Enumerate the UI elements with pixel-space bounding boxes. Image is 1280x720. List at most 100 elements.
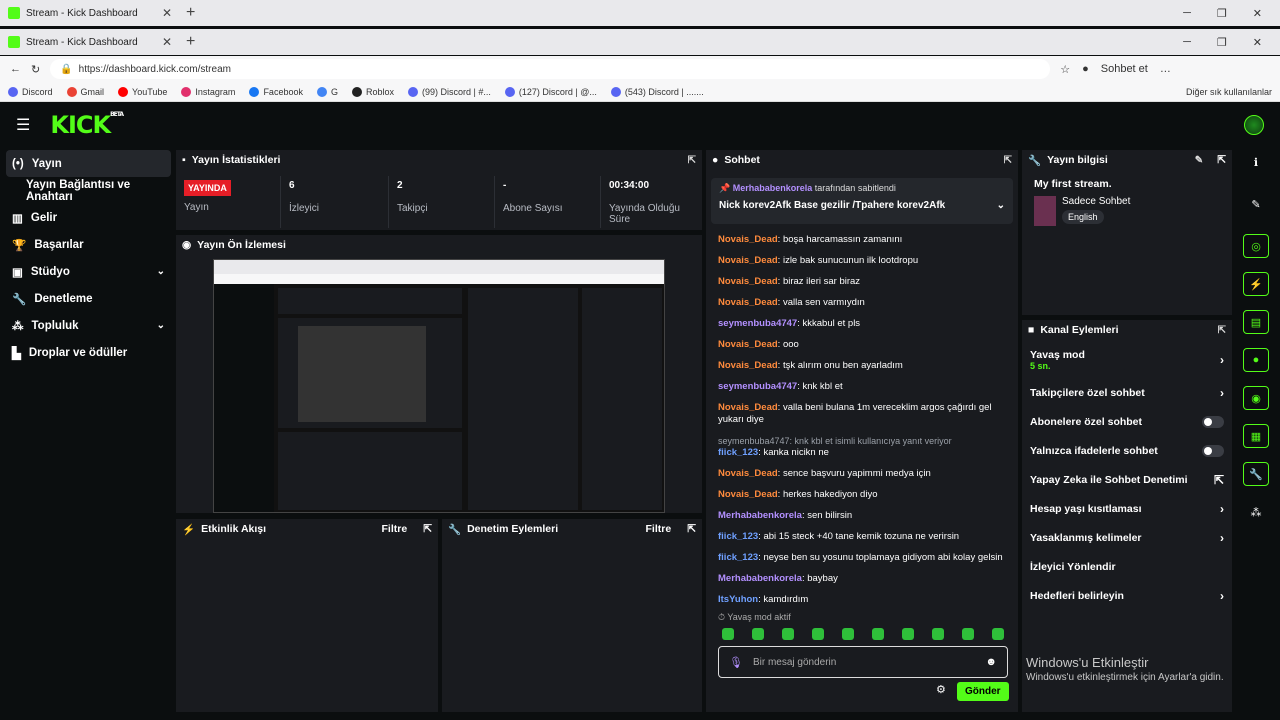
- emote-icon[interactable]: [752, 628, 764, 640]
- menu-icon[interactable]: ☰: [16, 115, 30, 135]
- layout-icon[interactable]: ▦: [1243, 424, 1269, 448]
- emoji-picker-icon[interactable]: ☻: [985, 656, 997, 668]
- sidebar-item[interactable]: Yayın Bağlantısı ve Anahtarı: [6, 177, 171, 204]
- restore-icon[interactable]: ❐: [1217, 36, 1227, 49]
- emote-icon[interactable]: [992, 628, 1004, 640]
- favorite-star-icon[interactable]: ☆: [1060, 63, 1070, 76]
- chat-username[interactable]: Novais_Dead: [718, 276, 778, 287]
- send-button[interactable]: Gönder: [957, 682, 1009, 701]
- emote-icon[interactable]: [902, 628, 914, 640]
- stream-preview[interactable]: [213, 259, 665, 513]
- chat-message[interactable]: Novais_Dead: herkes hakediyon diyo: [718, 489, 1008, 501]
- close-tab-icon[interactable]: ✕: [162, 6, 172, 20]
- chat-username[interactable]: Novais_Dead: [718, 234, 778, 245]
- chat-message[interactable]: Novais_Dead: valla sen varmıydın: [718, 297, 1008, 309]
- bookmark[interactable]: Discord: [8, 86, 53, 97]
- other-bookmarks[interactable]: Diğer sık kullanılanlar: [1186, 87, 1272, 97]
- sidebar-item[interactable]: (•) Yayın: [6, 150, 171, 177]
- chat-username[interactable]: fiick_123: [718, 531, 758, 542]
- chat-username[interactable]: Novais_Dead: [718, 255, 778, 266]
- chat-message[interactable]: Novais_Dead: ooo: [718, 339, 1008, 351]
- chat-username[interactable]: seymenbuba4747: [718, 318, 797, 329]
- sidebar-item[interactable]: ▣ Stüdyo ⌄: [6, 258, 171, 285]
- chat-message[interactable]: Novais_Dead: valla beni bulana 1m verece…: [718, 402, 1008, 426]
- toggle-switch[interactable]: [1202, 444, 1224, 457]
- bookmark[interactable]: (99) Discord | #...: [408, 86, 491, 97]
- emote-icon[interactable]: [782, 628, 794, 640]
- chat-icon[interactable]: ●: [1243, 348, 1269, 372]
- close-window-icon[interactable]: ✕: [1253, 7, 1262, 20]
- bookmark[interactable]: Facebook: [249, 86, 303, 97]
- reload-icon[interactable]: ↻: [31, 63, 40, 76]
- sidebar-item[interactable]: 🏆 Başarılar: [6, 231, 171, 258]
- kick-logo[interactable]: KICKBETA: [50, 111, 124, 139]
- chat-username[interactable]: Novais_Dead: [718, 402, 778, 413]
- restore-icon[interactable]: ❐: [1217, 7, 1227, 20]
- popout-icon[interactable]: ⇱: [1218, 325, 1226, 336]
- chat-message[interactable]: seymenbuba4747: knk kbl et: [718, 381, 1008, 393]
- chat-username[interactable]: fiick_123: [718, 447, 758, 458]
- emote-icon[interactable]: [932, 628, 944, 640]
- filter-button[interactable]: Filtre: [382, 523, 408, 535]
- camera-icon[interactable]: ◎: [1243, 234, 1269, 258]
- chat-message[interactable]: Novais_Dead: boşa harcamassın zamanını: [718, 234, 1008, 246]
- back-icon[interactable]: ←: [10, 63, 21, 75]
- info-icon[interactable]: ℹ: [1243, 150, 1269, 174]
- chat-username[interactable]: Merhababenkorela: [718, 573, 802, 584]
- minimize-icon[interactable]: ─: [1183, 36, 1191, 49]
- channel-action[interactable]: Hedefleri belirleyin ›: [1022, 581, 1232, 610]
- sidebar-item[interactable]: ⁂ Topluluk ⌄: [6, 312, 171, 339]
- notes-icon[interactable]: ▤: [1243, 310, 1269, 334]
- channel-action[interactable]: Hesap yaşı kısıtlaması ›: [1022, 494, 1232, 523]
- edit-icon[interactable]: ✎: [1195, 155, 1203, 166]
- broadcast-icon[interactable]: ◉: [1243, 386, 1269, 410]
- popout-icon[interactable]: ⇱: [687, 523, 696, 535]
- chat-message[interactable]: ItsYuhon: kamdırdım: [718, 594, 1008, 606]
- chat-username[interactable]: Novais_Dead: [718, 297, 778, 308]
- new-tab-icon[interactable]: +: [186, 33, 195, 51]
- minimize-icon[interactable]: ─: [1183, 7, 1191, 20]
- chat-message[interactable]: Novais_Dead: tşk alırım onu ben ayarladı…: [718, 360, 1008, 372]
- emote-icon[interactable]: [722, 628, 734, 640]
- channel-action[interactable]: Abonelere özel sohbet: [1022, 407, 1232, 436]
- user-avatar[interactable]: [1244, 115, 1264, 135]
- channel-action[interactable]: Yalnızca ifadelerle sohbet: [1022, 436, 1232, 465]
- chevron-down-icon[interactable]: ⌄: [997, 200, 1005, 211]
- chat-settings-icon[interactable]: ⚙: [936, 683, 946, 696]
- chat-username[interactable]: Novais_Dead: [718, 468, 778, 479]
- channel-action[interactable]: Yapay Zeka ile Sohbet Denetimi ⇱: [1022, 465, 1232, 494]
- sidebar-item[interactable]: 🔧 Denetleme: [6, 285, 171, 312]
- bookmark[interactable]: (127) Discord | @...: [504, 86, 597, 97]
- channel-action[interactable]: Yavaş mod 5 sn. ›: [1022, 342, 1232, 378]
- close-window-icon[interactable]: ✕: [1253, 36, 1262, 49]
- bolt-icon[interactable]: ⚡: [1243, 272, 1269, 296]
- bookmark[interactable]: Roblox: [351, 86, 394, 97]
- profile-avatar[interactable]: ●: [1082, 63, 1089, 75]
- close-tab-icon[interactable]: ✕: [162, 35, 172, 49]
- chat-message[interactable]: fiick_123: neyse ben su yosunu toplamaya…: [718, 552, 1008, 564]
- bookmark[interactable]: Instagram: [181, 86, 235, 97]
- channel-action[interactable]: İzleyici Yönlendir: [1022, 552, 1232, 581]
- emote-icon[interactable]: [812, 628, 824, 640]
- chat-username[interactable]: Novais_Dead: [718, 489, 778, 500]
- new-tab-icon[interactable]: +: [186, 4, 195, 22]
- popout-icon[interactable]: ⇱: [1217, 154, 1226, 166]
- browser-tab[interactable]: Stream - Kick Dashboard ✕: [0, 29, 180, 55]
- popout-icon[interactable]: ⇱: [1004, 155, 1012, 166]
- chat-username[interactable]: Novais_Dead: [718, 360, 778, 371]
- bookmark[interactable]: YouTube: [118, 86, 167, 97]
- wrench-icon[interactable]: 🔧: [1243, 462, 1269, 486]
- chat-username[interactable]: seymenbuba4747: [718, 381, 797, 392]
- chat-username[interactable]: Novais_Dead: [718, 339, 778, 350]
- address-bar[interactable]: 🔒 https://dashboard.kick.com/stream: [50, 59, 1051, 79]
- channel-action[interactable]: Yasaklanmış kelimeler ›: [1022, 523, 1232, 552]
- copilot-button[interactable]: Sohbet et: [1101, 63, 1148, 75]
- filter-button[interactable]: Filtre: [646, 523, 672, 535]
- chat-message[interactable]: Merhababenkorela: baybay: [718, 573, 1008, 585]
- chat-message[interactable]: Novais_Dead: sence başvuru yapimmi medya…: [718, 468, 1008, 480]
- chat-username[interactable]: Merhababenkorela: [718, 510, 802, 521]
- emote-icon[interactable]: [872, 628, 884, 640]
- chat-message[interactable]: Novais_Dead: biraz ileri sar biraz: [718, 276, 1008, 288]
- chat-message[interactable]: Merhababenkorela: sen bilirsin: [718, 510, 1008, 522]
- chat-message[interactable]: fiick_123: abi 15 steck +40 tane kemik t…: [718, 531, 1008, 543]
